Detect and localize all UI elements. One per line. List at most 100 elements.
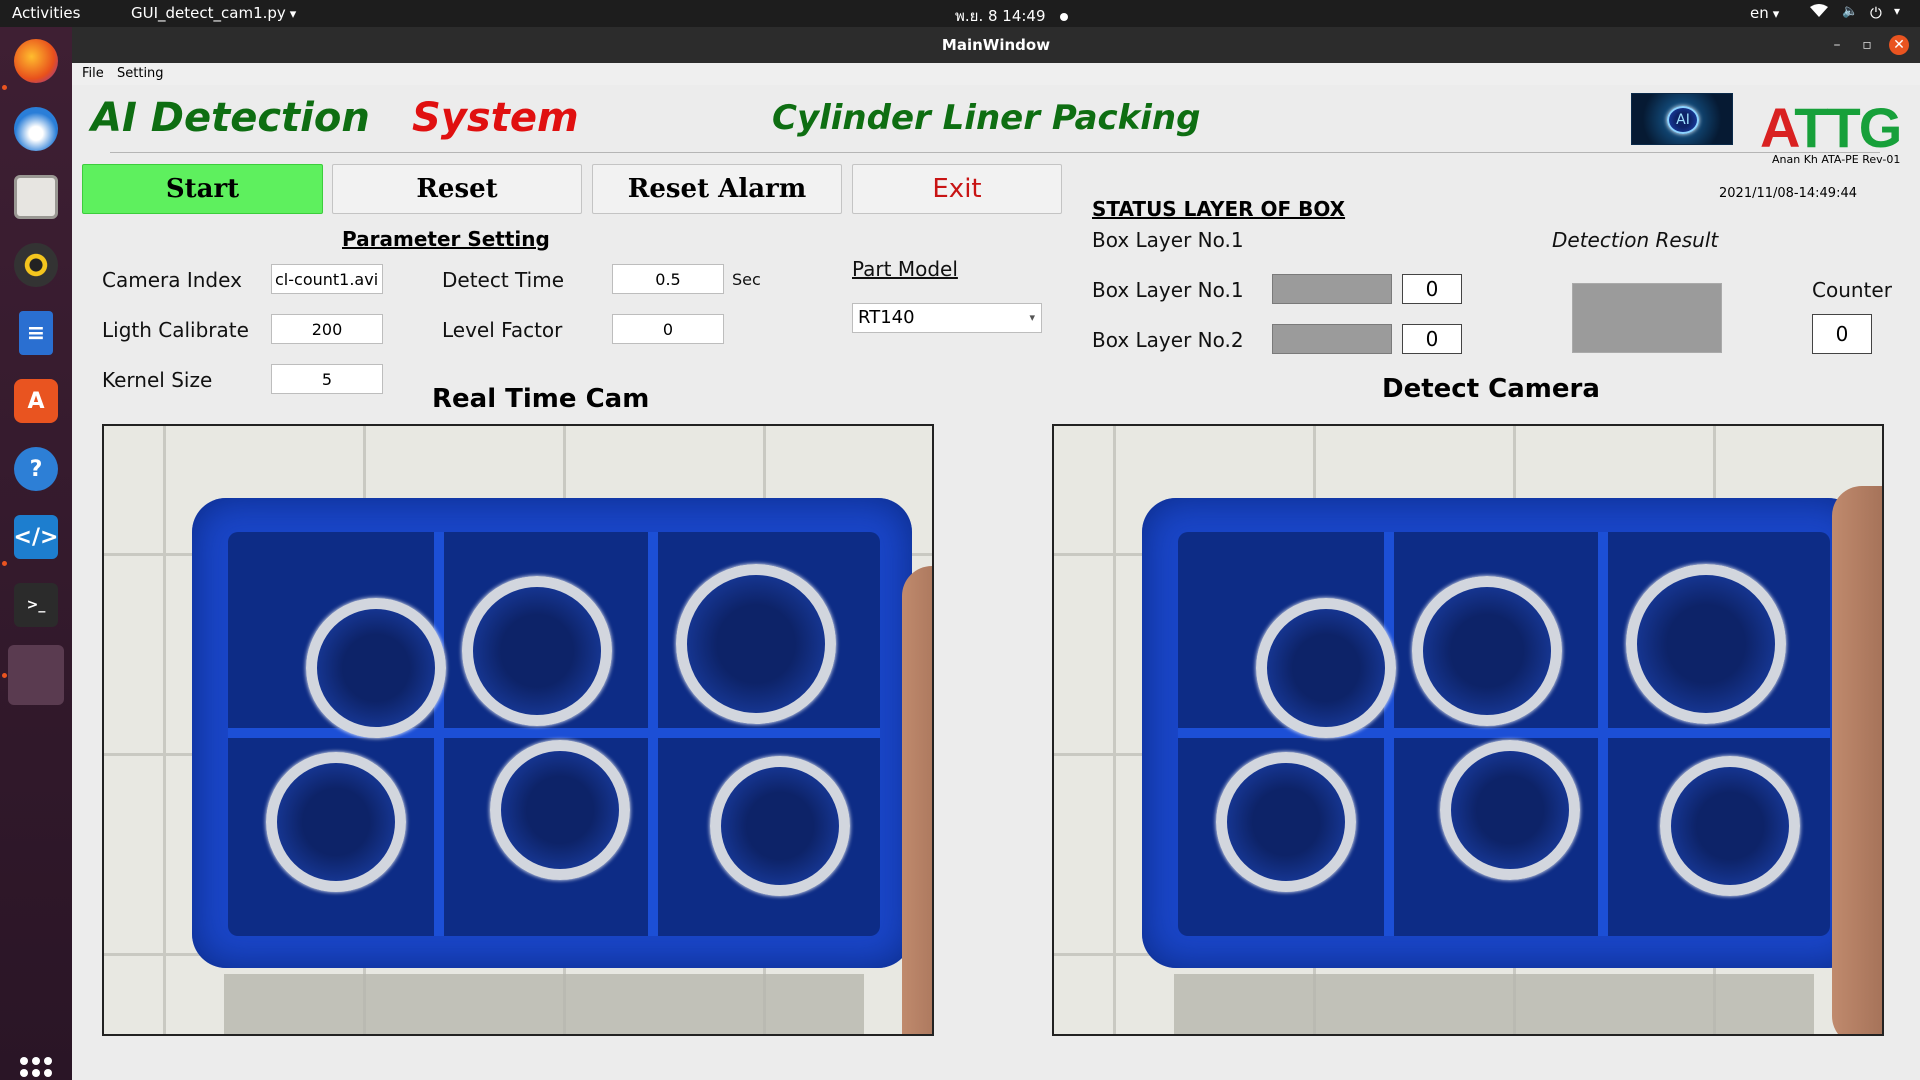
window-titlebar: MainWindow – ▫ ✕ <box>72 27 1920 63</box>
files-launcher[interactable] <box>8 169 64 225</box>
vscode-icon: </> <box>14 515 58 559</box>
kernel-size-input[interactable]: 5 <box>271 364 383 394</box>
thunderbird-launcher[interactable] <box>8 101 64 157</box>
running-indicator <box>2 673 7 678</box>
clock-text: พ.ย. 8 14:49 <box>955 7 1046 25</box>
detection-result-indicator <box>1572 283 1722 353</box>
layer1-count: 0 <box>1402 274 1462 304</box>
detect-camera-view <box>1052 424 1884 1036</box>
level-factor-input[interactable]: 0 <box>612 314 724 344</box>
reset-button[interactable]: Reset <box>332 164 582 214</box>
menu-setting[interactable]: Setting <box>117 66 164 81</box>
camera-index-label: Camera Index <box>102 268 242 292</box>
ai-logo-text: AI <box>1667 106 1699 134</box>
clock[interactable]: พ.ย. 8 14:49 <box>955 4 1068 28</box>
help-icon: ? <box>14 447 58 491</box>
rhythmbox-launcher[interactable] <box>8 237 64 293</box>
detection-result-label: Detection Result <box>1552 228 1719 252</box>
software-launcher[interactable]: A <box>8 373 64 429</box>
writer-launcher[interactable]: ≡ <box>8 305 64 361</box>
firefox-launcher[interactable] <box>8 33 64 89</box>
detect-time-label: Detect Time <box>442 268 564 292</box>
detect-time-input[interactable]: 0.5 <box>612 264 724 294</box>
counter-label: Counter <box>1812 278 1892 302</box>
header-ai-detection: AI Detection <box>91 95 370 141</box>
language-menu[interactable]: en <box>1750 4 1779 22</box>
liner-ring <box>1440 740 1580 880</box>
activities-button[interactable]: Activities <box>12 4 80 22</box>
minimize-icon[interactable]: – <box>1827 35 1847 55</box>
menu-file[interactable]: File <box>82 66 104 81</box>
counter-value: 0 <box>1812 314 1872 354</box>
thunderbird-icon <box>14 107 58 151</box>
author-text: Anan Kh ATA-PE Rev-01 <box>1772 153 1901 166</box>
files-icon <box>14 175 58 219</box>
detect-camera-title: Detect Camera <box>1382 374 1600 404</box>
dock: ≡ A ? </> >_ <box>0 27 72 1080</box>
rhythmbox-icon <box>14 243 58 287</box>
liner-ring <box>490 740 630 880</box>
python-window-launcher[interactable] <box>8 645 64 705</box>
system-top-bar: Activities GUI_detect_cam1.py พ.ย. 8 14:… <box>0 0 1920 27</box>
liner-ring <box>1216 752 1356 892</box>
terminal-launcher[interactable]: >_ <box>8 577 64 633</box>
layer1-label: Box Layer No.1 <box>1092 278 1244 302</box>
running-indicator <box>2 561 7 566</box>
liner-ring <box>710 756 850 896</box>
layer2-indicator <box>1272 324 1392 354</box>
datetime-text: 2021/11/08-14:49:44 <box>1719 186 1858 201</box>
reset-alarm-button[interactable]: Reset Alarm <box>592 164 842 214</box>
firefox-icon <box>14 39 58 83</box>
liner-ring <box>266 752 406 892</box>
status-layer-title: STATUS LAYER OF BOX <box>1092 197 1346 221</box>
blue-tray-image <box>192 498 912 968</box>
close-icon[interactable]: ✕ <box>1889 35 1909 55</box>
volume-icon[interactable]: 🔈 <box>1842 4 1858 19</box>
attg-logo: ATTG <box>1760 96 1902 159</box>
network-icon[interactable] <box>1810 4 1828 22</box>
liner-ring <box>1256 598 1396 738</box>
liner-ring <box>1412 576 1562 726</box>
liner-ring <box>1626 564 1786 724</box>
current-layer-text: Box Layer No.1 <box>1092 228 1244 252</box>
layer1-indicator <box>1272 274 1392 304</box>
light-calibrate-input[interactable]: 200 <box>271 314 383 344</box>
notification-dot-icon <box>1059 12 1068 21</box>
realtime-cam-title: Real Time Cam <box>432 384 650 414</box>
hand-image <box>1832 486 1882 1034</box>
show-applications-icon[interactable] <box>20 1057 52 1080</box>
help-launcher[interactable]: ? <box>8 441 64 497</box>
vscode-launcher[interactable]: </> <box>8 509 64 565</box>
liner-ring <box>1660 756 1800 896</box>
liner-ring <box>306 598 446 738</box>
app-menu[interactable]: GUI_detect_cam1.py <box>131 4 296 22</box>
exit-button[interactable]: Exit <box>852 164 1062 214</box>
menu-bar: File Setting <box>72 63 1920 85</box>
power-icon[interactable]: ⏻ <box>1870 4 1882 22</box>
writer-icon: ≡ <box>19 311 53 355</box>
detect-time-unit: Sec <box>732 270 761 289</box>
running-indicator <box>2 85 7 90</box>
header-system: System <box>412 95 579 141</box>
header-subtitle: Cylinder Liner Packing <box>772 98 1201 138</box>
software-icon: A <box>14 379 58 423</box>
parameter-setting-title: Parameter Setting <box>342 227 550 251</box>
blue-tray-image <box>1142 498 1862 968</box>
main-window-content: AI Detection System Cylinder Liner Packi… <box>72 85 1920 1080</box>
layer2-label: Box Layer No.2 <box>1092 328 1244 352</box>
maximize-icon[interactable]: ▫ <box>1857 35 1877 55</box>
part-model-select[interactable]: RT140 ▾ <box>852 303 1042 333</box>
part-model-value: RT140 <box>858 307 915 328</box>
part-model-label: Part Model <box>852 257 958 281</box>
kernel-size-label: Kernel Size <box>102 368 213 392</box>
dropdown-arrow-icon: ▾ <box>1029 311 1035 324</box>
start-button[interactable]: Start <box>82 164 323 214</box>
header-divider <box>110 152 1880 153</box>
window-title: MainWindow <box>941 36 1051 54</box>
camera-index-input[interactable]: cl-count1.avi <box>271 264 383 294</box>
system-menu-caret-icon[interactable]: ▾ <box>1894 4 1900 18</box>
liner-ring <box>676 564 836 724</box>
hand-image <box>902 566 932 1034</box>
level-factor-label: Level Factor <box>442 318 563 342</box>
realtime-camera-view <box>102 424 934 1036</box>
